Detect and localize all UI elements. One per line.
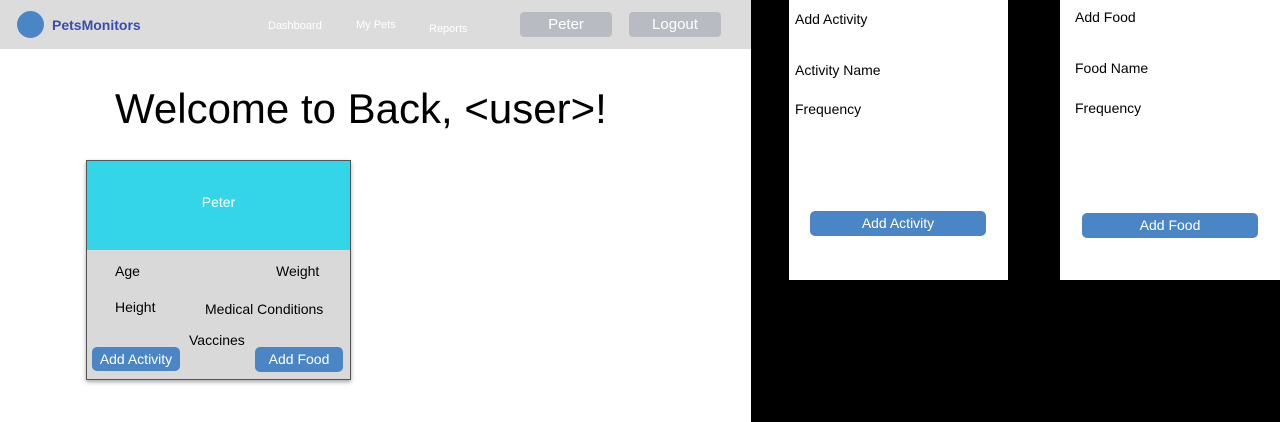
activity-frequency-label: Frequency (795, 101, 862, 117)
pet-card: Peter Age Weight Height Medical Conditio… (86, 160, 351, 380)
height-label: Height (115, 299, 156, 315)
vaccines-label: Vaccines (189, 332, 245, 348)
add-food-title: Add Food (1075, 9, 1136, 25)
dashboard-page: PetsMonitors Dashboard My Pets Reports P… (0, 0, 751, 422)
logo-icon (17, 11, 44, 38)
activity-name-label: Activity Name (795, 62, 881, 78)
add-activity-button[interactable]: Add Activity (92, 347, 180, 371)
add-food-button[interactable]: Add Food (255, 347, 343, 372)
weight-label: Weight (276, 263, 320, 279)
navbar: PetsMonitors Dashboard My Pets Reports P… (0, 0, 751, 49)
add-food-panel: Add Food Food Name Frequency Add Food (1060, 0, 1280, 280)
nav-link-my-pets[interactable]: My Pets (356, 19, 396, 31)
welcome-heading: Welcome to Back, <user>! (115, 85, 607, 132)
add-activity-panel: Add Activity Activity Name Frequency Add… (789, 0, 1008, 280)
brand-name[interactable]: PetsMonitors (52, 17, 141, 33)
food-name-label: Food Name (1075, 60, 1149, 76)
age-label: Age (115, 263, 140, 279)
logout-button[interactable]: Logout (629, 12, 721, 37)
pet-card-header: Peter (87, 161, 350, 250)
nav-link-dashboard[interactable]: Dashboard (268, 20, 322, 32)
nav-link-reports[interactable]: Reports (429, 23, 468, 35)
user-button[interactable]: Peter (520, 12, 612, 37)
food-frequency-label: Frequency (1075, 100, 1142, 116)
pet-name: Peter (201, 194, 236, 210)
submit-activity-button[interactable]: Add Activity (810, 211, 986, 236)
medical-conditions-label: Medical Conditions (205, 301, 324, 317)
add-activity-title: Add Activity (795, 11, 868, 27)
submit-food-button[interactable]: Add Food (1082, 213, 1258, 238)
